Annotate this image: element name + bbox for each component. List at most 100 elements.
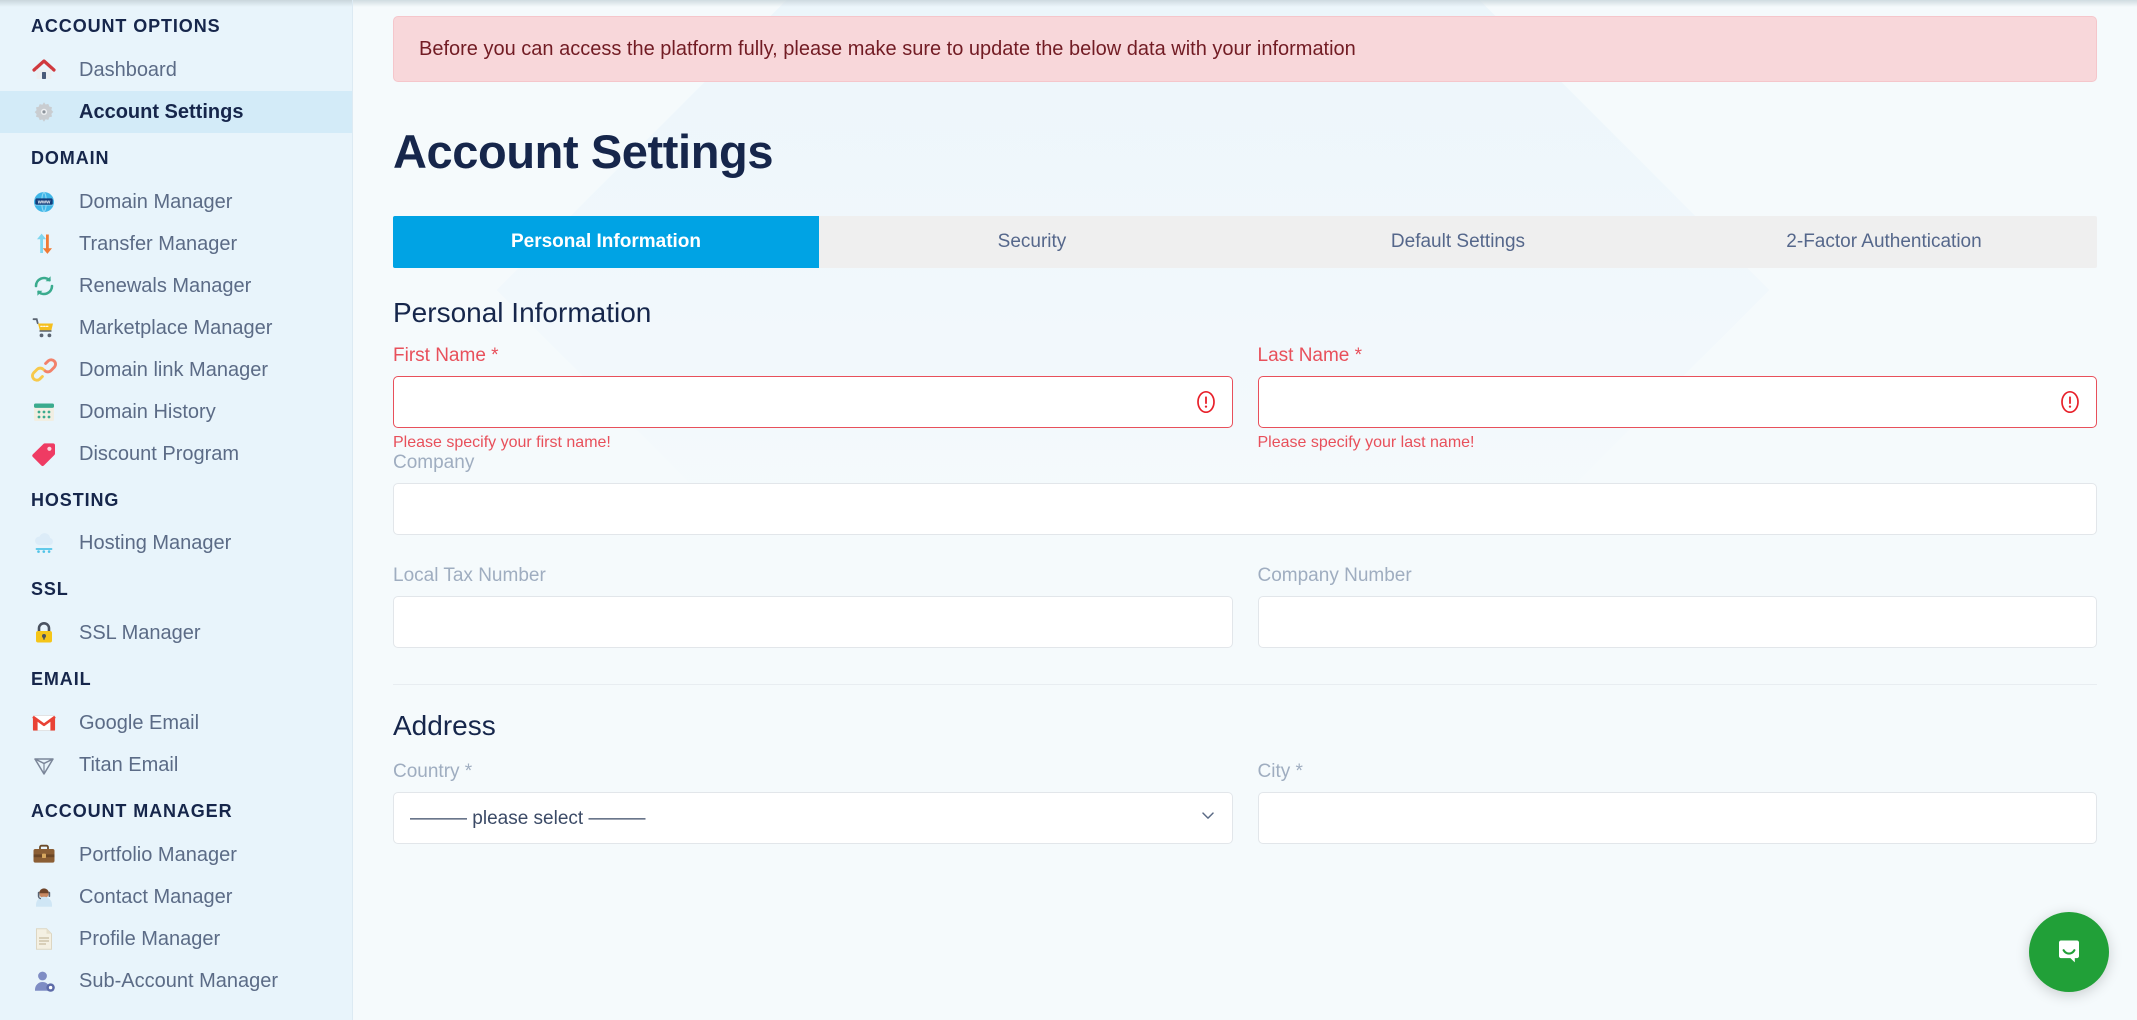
sidebar-item-dashboard[interactable]: Dashboard: [0, 49, 352, 91]
refresh-cycle-icon: [31, 273, 57, 299]
sidebar-item-domain-history[interactable]: Domain History: [0, 391, 352, 433]
sidebar-item-google-email[interactable]: Google Email: [0, 702, 352, 744]
first-name-error: Please specify your first name!: [393, 434, 611, 452]
sidebar-group-title: SSL: [31, 579, 69, 600]
city-label: City *: [1257, 761, 1303, 783]
sidebar-item-discount-program[interactable]: Discount Program: [0, 433, 352, 475]
transfer-arrows-icon: [31, 231, 57, 257]
chain-link-icon: [31, 357, 57, 383]
person-gear-icon: [31, 968, 57, 994]
sidebar-item-renewals-manager[interactable]: Renewals Manager: [0, 265, 352, 307]
calendar-icon: [31, 399, 57, 425]
document-page-icon: [31, 926, 57, 952]
country-field: Country * ——— please select ———: [393, 761, 1233, 845]
sidebar-item-label: Titan Email: [79, 753, 179, 776]
sidebar-group-title: ACCOUNT OPTIONS: [31, 16, 221, 36]
sidebar-item-label: Domain Manager: [79, 190, 233, 213]
sidebar-item-sub-account-manager[interactable]: Sub-Account Manager: [0, 960, 352, 1002]
svg-text:www: www: [37, 199, 51, 205]
company-field: Company: [393, 452, 2097, 536]
sidebar-item-marketplace-manager[interactable]: Marketplace Manager: [0, 307, 352, 349]
company-input[interactable]: [393, 483, 2097, 536]
sidebar-item-portfolio-manager[interactable]: Portfolio Manager: [0, 834, 352, 876]
shopping-cart-icon: [31, 315, 57, 341]
sidebar-item-label: Hosting Manager: [79, 532, 232, 555]
sidebar-item-label: Domain History: [79, 400, 216, 423]
sidebar-item-label: Renewals Manager: [79, 274, 252, 297]
company-number-field: Company Number: [1257, 565, 2097, 649]
tab-security[interactable]: Security: [819, 216, 1245, 268]
sidebar-item-contact-manager[interactable]: Contact Manager: [0, 876, 352, 918]
globe-www-icon: www: [31, 189, 57, 215]
gear-icon: [31, 99, 57, 125]
tab-label: Security: [997, 231, 1067, 253]
sidebar-group-title: HOSTING: [31, 489, 120, 510]
sidebar-item-label: Domain link Manager: [79, 358, 268, 381]
sidebar-group-title: DOMAIN: [31, 147, 110, 168]
last-name-label: Last Name *: [1257, 345, 1363, 367]
tab-label: Personal Information: [510, 231, 702, 253]
first-name-field: First Name * Please specify your first n…: [393, 346, 1233, 451]
update-data-alert: Before you can access the platform fully…: [393, 16, 2097, 82]
company-number-input[interactable]: [1257, 596, 2097, 649]
briefcase-icon: [31, 842, 57, 868]
page-title: Account Settings: [393, 125, 774, 178]
sidebar-item-label: Account Settings: [79, 100, 244, 123]
last-name-input[interactable]: [1257, 376, 2097, 429]
address-heading: Address: [393, 710, 496, 742]
first-name-label: First Name *: [393, 345, 499, 367]
company-label: Company: [393, 452, 475, 474]
tab-label: Default Settings: [1390, 231, 1526, 253]
sidebar-item-profile-manager[interactable]: Profile Manager: [0, 918, 352, 960]
local-tax-number-label: Local Tax Number: [393, 565, 546, 587]
headset-person-icon: [31, 884, 57, 910]
chat-widget-button[interactable]: [2029, 912, 2109, 992]
country-label: Country *: [393, 761, 473, 783]
tab-2-factor-authentication[interactable]: 2-Factor Authentication: [1671, 216, 2097, 268]
city-field: City *: [1257, 761, 2097, 845]
app-root: ACCOUNT OPTIONS Dashboard Account Settings…: [0, 0, 2137, 1020]
sidebar-item-domain-manager[interactable]: www Domain Manager: [0, 181, 352, 223]
sidebar-group-title: EMAIL: [31, 669, 92, 690]
sidebar-group-title: ACCOUNT MANAGER: [31, 800, 233, 821]
tab-personal-information[interactable]: Personal Information: [393, 215, 819, 268]
padlock-icon: [31, 620, 57, 646]
tab-default-settings[interactable]: Default Settings: [1245, 216, 1671, 268]
gmail-m-icon: [31, 710, 57, 736]
alert-message: Before you can access the platform fully…: [419, 38, 1356, 60]
country-select[interactable]: ——— please select ———: [393, 792, 1233, 845]
chat-bubble-smile-icon: [2049, 931, 2089, 974]
sidebar-item-ssl-manager[interactable]: SSL Manager: [0, 612, 352, 654]
tax-numbers-row: Local Tax Number Company Number: [393, 565, 2097, 649]
local-tax-number-input[interactable]: [393, 596, 1233, 649]
sidebar-item-hosting-manager[interactable]: Hosting Manager: [0, 522, 352, 564]
sidebar-item-account-settings[interactable]: Account Settings: [0, 90, 352, 133]
sidebar-item-label: Discount Program: [79, 442, 240, 465]
cloud-server-icon: [31, 530, 57, 556]
main-content: Before you can access the platform fully…: [353, 0, 2137, 1020]
titan-prism-icon: [31, 752, 57, 778]
sidebar-item-label: Transfer Manager: [79, 232, 238, 255]
address-row: Country * ——— please select ——— City *: [393, 761, 2097, 845]
local-tax-number-field: Local Tax Number: [393, 565, 1233, 649]
personal-information-heading: Personal Information: [393, 296, 652, 328]
sidebar-item-domain-link-manager[interactable]: Domain link Manager: [0, 349, 352, 391]
sidebar-item-label: Marketplace Manager: [79, 316, 273, 339]
house-icon: [31, 57, 57, 83]
sidebar: ACCOUNT OPTIONS Dashboard Account Settings…: [0, 0, 353, 1020]
sidebar-item-label: Portfolio Manager: [79, 843, 237, 866]
sidebar-item-transfer-manager[interactable]: Transfer Manager: [0, 223, 352, 265]
tab-label: 2-Factor Authentication: [1786, 231, 1982, 253]
first-name-input[interactable]: [393, 376, 1233, 429]
company-row: Company: [393, 452, 2097, 536]
sidebar-item-label: Dashboard: [79, 58, 177, 81]
company-number-label: Company Number: [1257, 565, 1412, 587]
settings-tabs: Personal Information Security Default Sett…: [393, 215, 2097, 268]
section-divider: [393, 684, 2097, 686]
sidebar-item-titan-email[interactable]: Titan Email: [0, 744, 352, 786]
sidebar-item-label: Contact Manager: [79, 885, 233, 908]
sidebar-item-label: Sub-Account Manager: [79, 969, 279, 992]
price-tag-icon: [31, 441, 57, 467]
last-name-error: Please specify your last name!: [1257, 434, 1475, 452]
city-input[interactable]: [1257, 792, 2097, 845]
